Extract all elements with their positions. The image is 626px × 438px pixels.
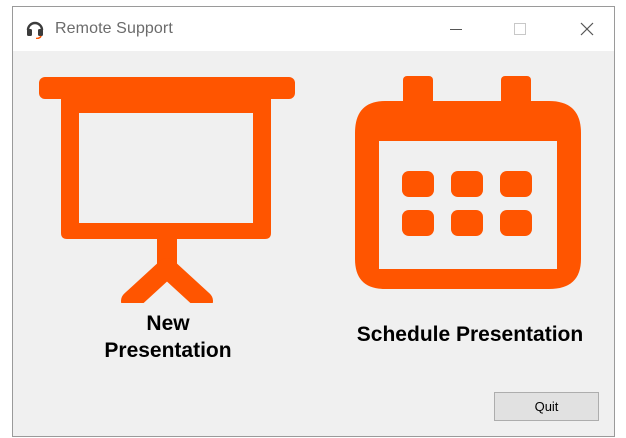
presentation-board-icon	[39, 77, 295, 303]
schedule-presentation-tile[interactable]: Schedule Presentation	[325, 73, 615, 373]
app-window: Remote Support New Presentation Schedule…	[12, 6, 615, 437]
new-presentation-tile[interactable]: New Presentation	[35, 73, 301, 373]
calendar-icon	[355, 76, 581, 289]
close-icon	[580, 22, 594, 36]
maximize-icon	[514, 23, 526, 35]
quit-button[interactable]: Quit	[494, 392, 599, 421]
title-bar[interactable]: Remote Support	[13, 7, 614, 51]
minimize-button[interactable]	[433, 7, 479, 51]
maximize-button[interactable]	[497, 7, 543, 51]
schedule-presentation-label: Schedule Presentation	[356, 323, 584, 346]
window-title: Remote Support	[55, 20, 173, 37]
minimize-icon	[450, 29, 462, 30]
headset-icon	[26, 21, 44, 39]
new-presentation-label: New Presentation	[104, 312, 232, 362]
main-content: New Presentation Schedule Presentation Q…	[13, 51, 614, 436]
close-button[interactable]	[564, 7, 610, 51]
